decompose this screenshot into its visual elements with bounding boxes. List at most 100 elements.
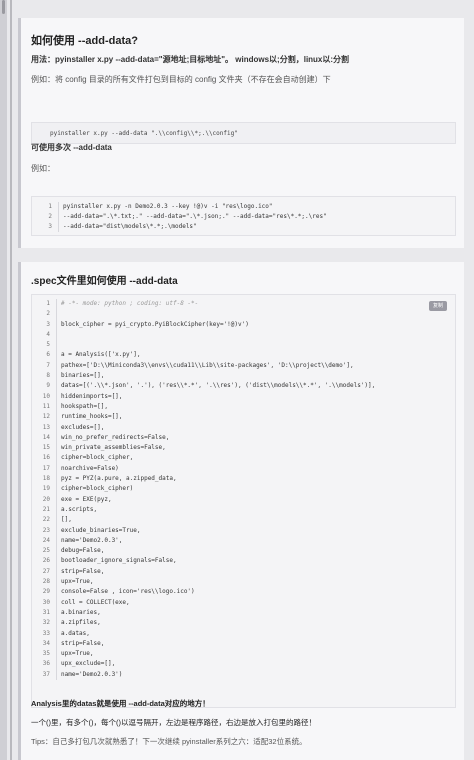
code-line-text: a.zipfiles, <box>61 619 101 627</box>
line-number: 1 <box>46 300 50 307</box>
code-line: 28 upx=True, <box>32 577 455 588</box>
code-line-text: strip=False, <box>61 567 105 575</box>
gutter-divider <box>56 463 57 475</box>
code-line-text: a.scripts, <box>61 505 98 513</box>
line-number: 22 <box>42 516 50 524</box>
gutter-divider <box>56 432 57 444</box>
code-line: 23 exclude_binaries=True, <box>32 525 455 536</box>
code-line-text: coll = COLLECT(exe, <box>61 598 130 606</box>
gutter-divider <box>56 391 57 402</box>
gutter-divider <box>56 659 57 670</box>
code-line-text: name='Demo2.0.3', <box>61 536 123 544</box>
code-line: 33 a.datas, <box>32 628 455 639</box>
gutter-divider <box>56 669 57 680</box>
gutter-divider <box>56 607 57 619</box>
code-line-text: upx_exclude=[], <box>61 660 116 668</box>
line-number: 20 <box>42 495 50 503</box>
code-line: 29 console=False , icon='res\\logo.ico') <box>32 587 455 598</box>
gutter-divider <box>56 329 57 341</box>
code-line: 31 a.binaries, <box>32 607 455 619</box>
gutter-divider <box>56 618 57 629</box>
code-line: 1 pyinstaller x.py -n Demo2.0.3 --key !@)… <box>32 202 455 212</box>
code-line-text: pyinstaller x.py -n Demo2.0.3 --key !@)v… <box>63 203 273 210</box>
line-number: 30 <box>42 598 50 606</box>
line-number: 16 <box>42 454 50 462</box>
code-line-text: win_private_assemblies=False, <box>61 444 166 452</box>
code-line-text: # -*- mode: python ; coding: utf-8 -*- <box>61 300 199 307</box>
code-line: 5 <box>32 340 455 351</box>
code-line: 30 coll = COLLECT(exe, <box>32 597 455 608</box>
code-line: 8 binaries=[], <box>32 371 455 382</box>
code-line-text: noarchive=False) <box>61 464 119 472</box>
line-number: 3 <box>46 320 50 328</box>
line-number: 6 <box>46 351 50 359</box>
gutter-divider <box>56 546 57 557</box>
gutter-divider <box>56 309 57 320</box>
gutter-divider <box>56 360 57 372</box>
multi-use-label: 可使用多次 --add-data <box>31 143 112 152</box>
code-line: 4 <box>32 329 455 341</box>
code-line: 11 hookspath=[], <box>32 401 455 413</box>
code-line: 10 hiddenimports=[], <box>32 391 455 402</box>
line-number: 36 <box>42 660 50 668</box>
example-text: 例如：将 config 目录的所有文件打包到目标的 config 文件夹（不存在… <box>31 75 331 84</box>
single-code-block: pyinstaller x.py --add-data ".\\config\\… <box>31 122 456 144</box>
line-number: 28 <box>42 578 50 586</box>
code-line-text: block_cipher = pyi_crypto.PyiBlockCipher… <box>61 320 249 328</box>
line-number: 37 <box>42 670 50 678</box>
gutter-divider <box>56 525 57 536</box>
line-number: 14 <box>42 433 50 441</box>
gutter-divider <box>56 371 57 382</box>
left-scrollbar[interactable] <box>0 0 12 760</box>
line-number: 3 <box>48 223 52 230</box>
code-line-text: a.binaries, <box>61 608 101 616</box>
code-line: 34 strip=False, <box>32 638 455 650</box>
spec-code-block: 复制 1 # -*- mode: python ; coding: utf-8 -… <box>31 294 456 708</box>
code-line: 19 cipher=block_cipher) <box>32 484 455 495</box>
code-line: 24 name='Demo2.0.3', <box>32 535 455 547</box>
code-line: 3 --add-data="dist\models\*.*;.\models" <box>32 222 455 232</box>
code-line: 22 [], <box>32 515 455 526</box>
code-line: 2 --add-data=".\*.txt;." --add-data=".\*.… <box>32 212 455 222</box>
code-line: 12 runtime_hooks=[], <box>32 412 455 423</box>
note-paths: 一个()里，有多个()，每个()以逗号隔开，左边是程序路径，右边是放入打包里的路… <box>31 718 316 727</box>
code-line: 21 a.scripts, <box>32 504 455 516</box>
line-number: 7 <box>46 361 50 369</box>
line-number: 24 <box>42 536 50 544</box>
gutter-divider <box>58 212 59 222</box>
code-line-text: binaries=[], <box>61 372 105 380</box>
line-number: 2 <box>48 213 52 220</box>
code-line-text: debug=False, <box>61 547 105 555</box>
line-number: 1 <box>48 203 52 210</box>
scrollbar-thumb[interactable] <box>2 0 5 14</box>
line-number: 35 <box>42 650 50 658</box>
line-number: 17 <box>42 464 50 472</box>
copy-button[interactable]: 复制 <box>429 301 447 311</box>
code-line: 17 noarchive=False) <box>32 463 455 475</box>
gutter-divider <box>56 412 57 423</box>
line-number: 32 <box>42 619 50 627</box>
gutter-divider <box>56 628 57 639</box>
section-add-data-usage: 如何使用 --add-data? 用法：pyinstaller x.py --a… <box>18 18 464 248</box>
code-line: 18 pyz = PYZ(a.pure, a.zipped_data, <box>32 474 455 485</box>
line-number: 4 <box>46 330 50 338</box>
gutter-divider <box>56 319 57 330</box>
code-line: 7 pathex=['D:\\Miniconda3\\envs\\cuda11\… <box>32 360 455 372</box>
line-number: 27 <box>42 567 50 575</box>
line-number: 11 <box>42 402 50 410</box>
line-number: 10 <box>42 392 50 400</box>
section-spec-usage: .spec文件里如何使用 --add-data 复制 1 # -*- mode: … <box>18 262 464 760</box>
code-line: 13 excludes=[], <box>32 422 455 433</box>
rail-divider <box>10 0 12 760</box>
gutter-divider <box>56 401 57 413</box>
code-line: 14 win_no_prefer_redirects=False, <box>32 432 455 444</box>
line-number: 15 <box>42 444 50 452</box>
code-line: 15 win_private_assemblies=False, <box>32 443 455 454</box>
gutter-divider <box>56 422 57 433</box>
code-line-text: cipher=block_cipher, <box>61 454 134 462</box>
line-number: 18 <box>42 475 50 483</box>
code-line-text: exclude_binaries=True, <box>61 526 141 534</box>
gutter-divider <box>58 222 59 232</box>
code-line-text: runtime_hooks=[], <box>61 413 123 421</box>
code-line: 35 upx=True, <box>32 649 455 660</box>
